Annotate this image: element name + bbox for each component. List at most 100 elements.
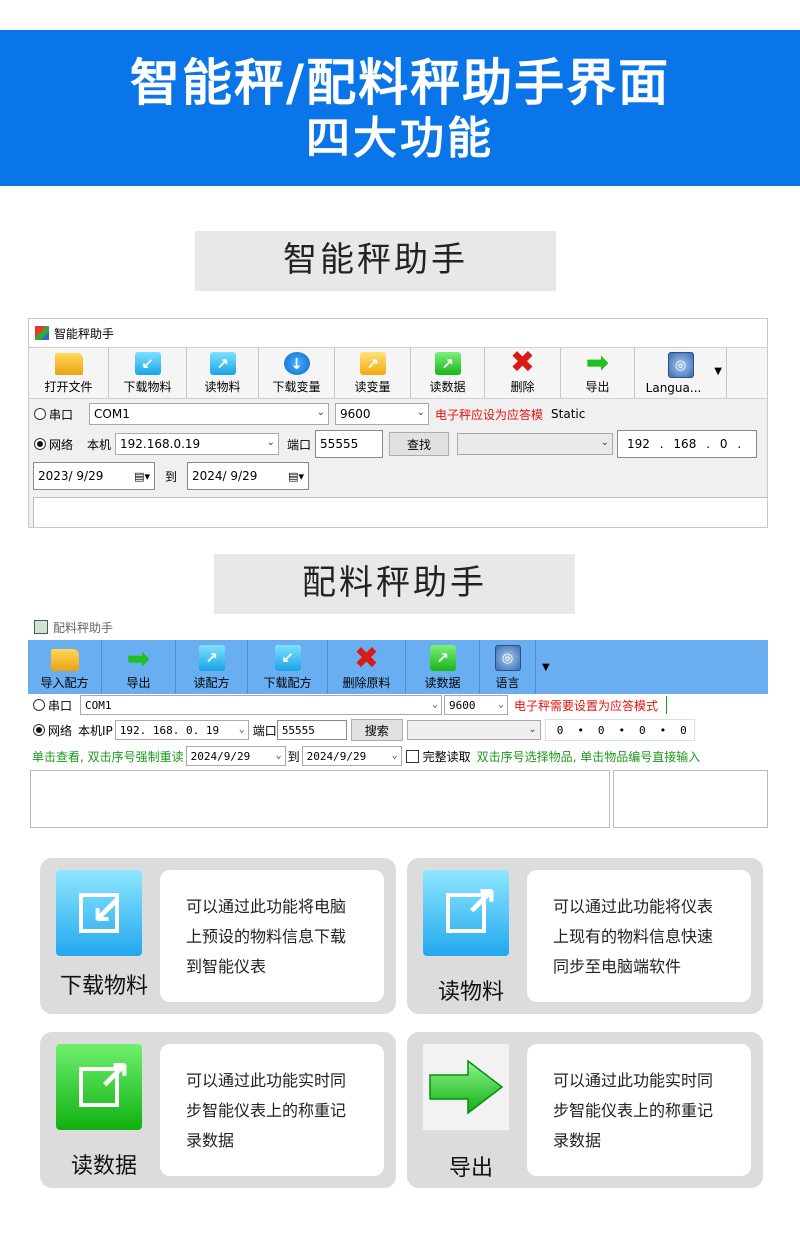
delete-x-icon: ✖ <box>509 344 536 380</box>
search-button[interactable]: 搜索 <box>350 719 403 741</box>
delete-button[interactable]: ✖ 删除 <box>485 344 561 398</box>
baud-value: 9600 <box>340 407 371 421</box>
chevron-down-icon: ⌄ <box>275 750 282 761</box>
calendar-icon: ▤▾ <box>134 469 150 483</box>
local-ip-select[interactable]: 192. 168. 0. 19 ⌄ <box>114 720 249 740</box>
download-material-button[interactable]: ↙ 下载物料 <box>109 348 187 398</box>
button-label: 读数据 <box>429 380 466 394</box>
folder-open-icon <box>54 353 83 375</box>
chevron-down-icon: ⌄ <box>416 407 426 418</box>
remote-ip-input[interactable]: 0 • 0 • 0 • 0 <box>544 719 695 741</box>
export-button[interactable]: ➡ 导出 <box>561 345 635 398</box>
date-from-picker[interactable]: 2024/9/29 ⌄ <box>185 746 286 766</box>
network-radio[interactable] <box>33 724 45 736</box>
button-label: 下载物料 <box>123 380 172 394</box>
feature-card-read-material: ↗ 读物料 可以通过此功能将仪表 上现有的物料信息快速 同步至电脑端软件 <box>407 858 763 1014</box>
full-read-label: 完整读取 <box>422 749 471 764</box>
date-row: 2023/ 9/29 ▤▾ 到 2024/ 9/29 ▤▾ <box>29 461 310 491</box>
button-label: 删除 <box>510 380 535 394</box>
download-recipe-button[interactable]: ↙ 下载配方 <box>248 640 328 694</box>
chevron-down-icon: ⌄ <box>528 724 537 735</box>
open-file-button[interactable]: 打开文件 <box>29 348 109 398</box>
com-port-select[interactable]: COM1 ⌄ <box>89 403 330 425</box>
read-variable-icon: ↗ <box>359 352 386 375</box>
serial-radio[interactable] <box>33 699 45 711</box>
read-data-button[interactable]: ↗ 读数据 <box>411 348 485 398</box>
local-ip-select[interactable]: 192.168.0.19 ⌄ <box>115 433 280 455</box>
button-label: 读配方 <box>193 676 230 690</box>
banner-title: 智能秤/配料秤助手界面 <box>129 54 671 112</box>
language-button[interactable]: ◎ 语言 <box>480 640 536 694</box>
read-material-button[interactable]: ↗ 读物料 <box>187 348 259 398</box>
serial-hint: 电子秤应设为应答模 <box>435 407 544 422</box>
read-data-button[interactable]: ↗ 读数据 <box>406 640 480 694</box>
port-input[interactable]: 55555 <box>276 720 347 740</box>
delete-ingredient-button[interactable]: ✖ 删除原料 <box>328 640 406 694</box>
data-grid[interactable] <box>30 770 610 828</box>
download-circle-icon: ↓ <box>283 352 310 375</box>
date-from-picker[interactable]: 2023/ 9/29 ▤▾ <box>33 462 155 490</box>
ip-octet: 0 <box>556 723 564 737</box>
toolbar: 导入配方 ➡ 导出 ↗ 读配方 ↙ 下载配方 ✖ 删除原料 ↗ 读数据 ◎ 语言… <box>28 640 768 694</box>
static-label: Static <box>551 407 586 421</box>
com-port-select[interactable]: COM1 ⌄ <box>80 695 443 715</box>
button-label: 下载变量 <box>272 380 321 394</box>
chevron-down-icon: ⌄ <box>266 437 276 448</box>
download-icon: ↙ <box>274 645 301 671</box>
full-read-checkbox[interactable] <box>405 749 419 763</box>
feature-description: 可以通过此功能将电脑 上预设的物料信息下载 到智能仪表 <box>160 870 384 1002</box>
feature-card-export: 导出 可以通过此功能实时同 步智能仪表上的称重记 录数据 <box>407 1032 763 1188</box>
import-recipe-button[interactable]: 导入配方 <box>28 640 102 694</box>
export-arrow-icon <box>423 1044 509 1130</box>
export-button[interactable]: ➡ 导出 <box>102 640 176 694</box>
button-label: 删除原料 <box>342 676 391 690</box>
export-arrow-icon: ➡ <box>585 345 610 379</box>
to-label: 到 <box>287 749 300 764</box>
search-button[interactable]: 查找 <box>389 432 450 456</box>
read-variable-button[interactable]: ↗ 读变量 <box>335 348 411 398</box>
baud-select[interactable]: 9600 ⌄ <box>335 403 430 425</box>
calendar-icon: ▤▾ <box>288 469 305 483</box>
serial-label: 串口 <box>49 407 74 422</box>
network-label: 网络 <box>49 437 74 452</box>
button-label: 读数据 <box>424 676 461 690</box>
title-banner: 智能秤/配料秤助手界面 四大功能 <box>0 30 800 186</box>
date-to-picker[interactable]: 2024/9/29 ⌄ <box>301 746 402 766</box>
window-titlebar: 智能秤助手 <box>29 319 767 347</box>
button-label: 读变量 <box>354 380 391 394</box>
download-icon: ↙ <box>134 352 161 375</box>
detail-panel[interactable] <box>613 770 768 828</box>
feature-caption: 下载物料 <box>59 974 148 999</box>
date-from-value: 2023/ 9/29 <box>38 469 104 483</box>
hint-right: 双击序号选择物品, 单击物品编号直接输入 <box>476 749 701 764</box>
download-variable-button[interactable]: ↓ 下载变量 <box>259 348 335 398</box>
date-to-value: 2024/ 9/29 <box>192 469 258 483</box>
window-titlebar: 配料秤助手 <box>28 614 768 640</box>
port-input[interactable]: 55555 <box>315 430 384 458</box>
app-icon <box>34 620 48 634</box>
feature-caption: 读数据 <box>70 1154 137 1179</box>
section1-heading: 智能秤助手 <box>195 231 556 291</box>
serial-row: 串口 COM1 ⌄ 9600 ⌄ 电子秤需要设置为应答模式 <box>28 694 668 716</box>
button-label: 语言 <box>495 676 520 690</box>
serial-row: 串口 COM1 ⌄ 9600 ⌄ 电子秤应设为应答模 Static <box>29 401 585 427</box>
ip-dot: • <box>659 723 667 737</box>
device-select[interactable]: ⌄ <box>457 433 614 455</box>
read-data-icon: ↗ <box>429 645 456 671</box>
serial-radio[interactable] <box>34 408 46 420</box>
read-recipe-button[interactable]: ↗ 读配方 <box>176 640 248 694</box>
remote-ip-input[interactable]: 192. 168. 0. <box>617 430 758 458</box>
banner-subtitle: 四大功能 <box>306 113 494 164</box>
date-to-picker[interactable]: 2024/ 9/29 ▤▾ <box>187 462 310 490</box>
chevron-down-icon[interactable]: ▼ <box>542 662 550 673</box>
language-button[interactable]: ◎ Langua... ▼ <box>635 348 727 398</box>
chevron-down-icon: ⌄ <box>497 699 505 710</box>
port-label: 端口 <box>287 437 312 452</box>
feature-description: 可以通过此功能将仪表 上现有的物料信息快速 同步至电脑端软件 <box>527 870 751 1002</box>
baud-select[interactable]: 9600 ⌄ <box>444 695 509 715</box>
date-row: 单击查看, 双击序号强制重读 2024/9/29 ⌄ 到 2024/9/29 ⌄… <box>28 744 700 768</box>
network-radio[interactable] <box>34 438 46 450</box>
button-label: 导出 <box>126 676 151 690</box>
device-select[interactable]: ⌄ <box>406 720 541 740</box>
data-grid[interactable] <box>33 497 767 527</box>
